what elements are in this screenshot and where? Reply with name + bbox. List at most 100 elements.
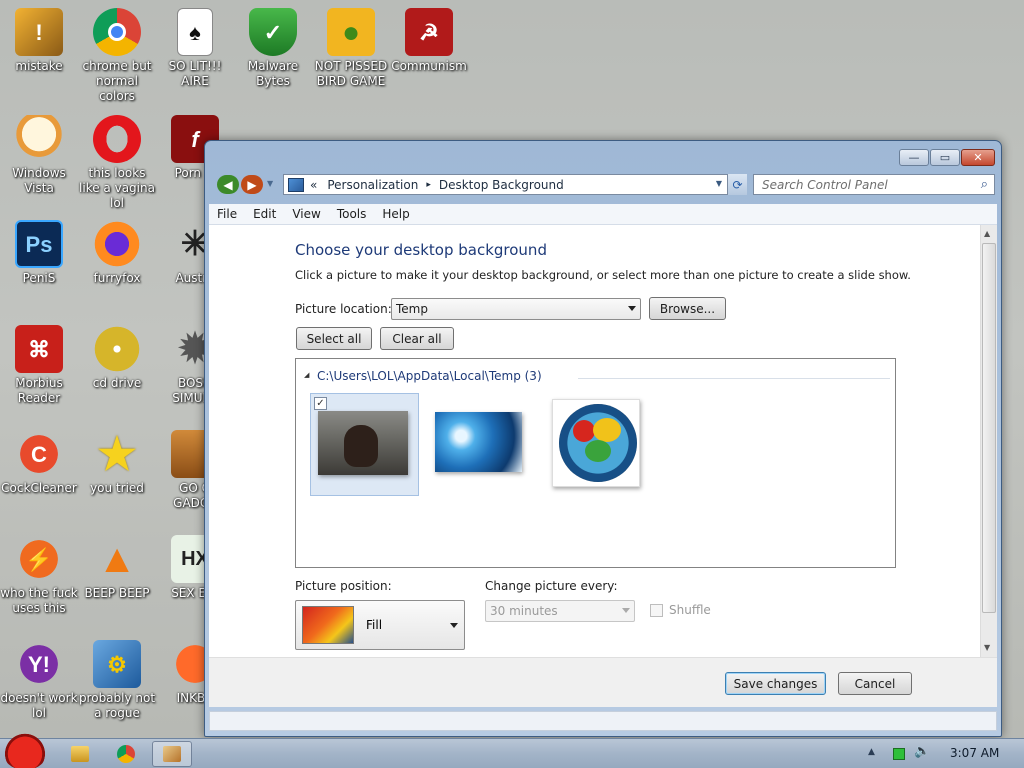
group-divider [578,378,890,379]
chevron-down-icon [450,623,458,628]
search-input[interactable]: Search Control Panel ⌕ [753,174,995,195]
volume-icon[interactable]: 🔈 [914,744,930,759]
green-bird-shape [585,440,611,462]
desktop-icon-winamp[interactable]: ⚡ who the fuck uses this [0,535,78,616]
thumbnail-3[interactable] [552,399,640,487]
taskbar-personalization[interactable] [152,741,192,767]
status-bar [209,711,997,731]
desktop-icon-windows-vista[interactable]: Windows Vista [0,115,78,196]
menu-bar: File Edit View Tools Help [209,204,997,225]
desktop-icon-yahoo[interactable]: Y! doesn't work lol [0,640,78,721]
desktop-icon-label: furryfox [93,271,141,285]
show-hidden-icons[interactable]: ▲ [868,747,875,757]
picture-location-select[interactable]: Temp [391,298,641,320]
browse-button[interactable]: Browse... [649,297,726,320]
scroll-up-icon[interactable]: ▲ [984,229,990,238]
picture-location-value: Temp [396,302,428,316]
address-overflow-icon[interactable]: « [310,178,317,192]
refresh-icon[interactable]: ⟳ [727,174,747,195]
menu-file[interactable]: File [209,207,245,221]
back-button[interactable]: ◀ [217,175,239,194]
breadcrumb-separator-icon[interactable]: ▸ [426,180,431,190]
yahoo-icon: Y! [15,640,63,688]
desktop-icon-malwarebytes[interactable]: ✓ Malware Bytes [234,8,312,89]
folder-icon [71,746,89,762]
address-dropdown-icon[interactable]: ▼ [716,179,722,188]
save-changes-button[interactable]: Save changes [725,672,826,695]
taskbar-explorer[interactable] [60,741,100,767]
search-icon[interactable]: ⌕ [981,177,988,192]
clear-all-button[interactable]: Clear all [380,327,454,350]
picture-position-select[interactable]: Fill [295,600,465,650]
menu-help[interactable]: Help [374,207,417,221]
gears-icon: ⚙ [93,640,141,688]
content-pane: Choose your desktop background Click a p… [209,225,997,657]
vertical-scrollbar[interactable]: ▲ ▼ [980,225,997,657]
thumbnail-2[interactable] [435,412,522,472]
vlc-icon: ▲ [97,536,137,581]
picture-checkbox[interactable]: ✓ [314,397,327,410]
malwarebytes-icon: ✓ [249,8,297,56]
cancel-button[interactable]: Cancel [838,672,912,695]
desktop-icon-opera[interactable]: this looks like a vagina lol [78,115,156,211]
photoshop-icon: Ps [15,220,63,268]
desktop-icon-label: BEEP BEEP [84,586,150,600]
recent-pages-chevron-icon[interactable]: ▼ [267,179,273,188]
desktop-icon-morbius-reader[interactable]: ⌘ Morbius Reader [0,325,78,406]
mistake-icon: ! [15,8,63,56]
taskbar-chrome[interactable] [106,741,146,767]
minimize-button[interactable]: — [899,149,929,166]
scroll-thumb[interactable] [982,243,996,613]
network-icon[interactable] [893,748,905,760]
address-bar[interactable]: « Personalization ▸ Desktop Background ▼… [283,174,747,195]
breadcrumb-desktop-background[interactable]: Desktop Background [439,178,564,192]
start-button[interactable] [4,731,46,768]
picture-position-value: Fill [366,618,383,632]
desktop-icon-you-tried[interactable]: ★ you tried [78,430,156,496]
desktop-icon-label: cd drive [92,376,142,390]
desktop-icon-cd-drive[interactable]: cd drive [78,325,156,391]
folder-group-header[interactable]: C:\Users\LOL\AppData\Local\Temp (3) [317,369,542,383]
solitaire-icon: ♠ [177,8,213,56]
desktop-icon-label: Communism [391,59,467,73]
maximize-button[interactable]: ▭ [930,149,960,166]
menu-view[interactable]: View [284,207,328,221]
scroll-down-icon[interactable]: ▼ [984,643,990,652]
desktop-icon-label: CockCleaner [1,481,77,495]
position-preview-image [302,606,354,644]
menu-edit[interactable]: Edit [245,207,284,221]
breadcrumb-personalization[interactable]: Personalization [327,178,418,192]
taskbar: ▲ 🔈 3:07 AM [0,731,1024,768]
desktop-icon-beep-beep[interactable]: ▲ BEEP BEEP [78,535,156,601]
picture-list[interactable]: ◢ C:\Users\LOL\AppData\Local\Temp (3) ✓ [295,358,896,568]
shuffle-label: Shuffle [669,603,711,617]
desktop-icon-label: you tried [90,481,144,495]
change-picture-label: Change picture every: [485,579,618,593]
close-button[interactable]: ✕ [961,149,995,166]
desktop-icon-furryfox[interactable]: furryfox [78,220,156,286]
desktop-icon-solitaire[interactable]: ♠ SO LIT!!! AIRE [156,8,234,89]
desktop-icon-label: Windows Vista [12,166,66,195]
shuffle-checkbox[interactable] [650,604,663,617]
chevron-down-icon [622,608,630,613]
change-interval-select[interactable]: 30 minutes [485,600,635,622]
desktop-icon-mistake[interactable]: ! mistake [0,8,78,74]
red-bird-shape [573,420,595,442]
menu-tools[interactable]: Tools [329,207,375,221]
desktop-icon-chrome[interactable]: chrome but normal colors [78,8,156,104]
forward-button[interactable]: ▶ [241,175,263,194]
desktop-icon-penis[interactable]: Ps PeniS [0,220,78,286]
desktop-icon-bird-game[interactable]: ● NOT PISSED BIRD GAME [312,8,390,89]
chevron-down-icon [628,306,636,311]
bad-piggies-icon: ● [327,8,375,56]
clock[interactable]: 3:07 AM [950,746,999,760]
desktop-icon-communism[interactable]: ☭ Communism [390,8,468,74]
select-all-button[interactable]: Select all [296,327,372,350]
angry-birds-windows-art [559,404,637,482]
desktop-icon-rogue[interactable]: ⚙ probably not a rogue [78,640,156,721]
picture-position-label: Picture position: [295,579,392,593]
picture-item-selected[interactable]: ✓ [310,393,419,496]
desktop-icon-label: SO LIT!!! AIRE [168,59,222,88]
desktop-icon-cockcleaner[interactable]: C CockCleaner [0,430,78,496]
collapse-arrow-icon[interactable]: ◢ [304,371,309,379]
